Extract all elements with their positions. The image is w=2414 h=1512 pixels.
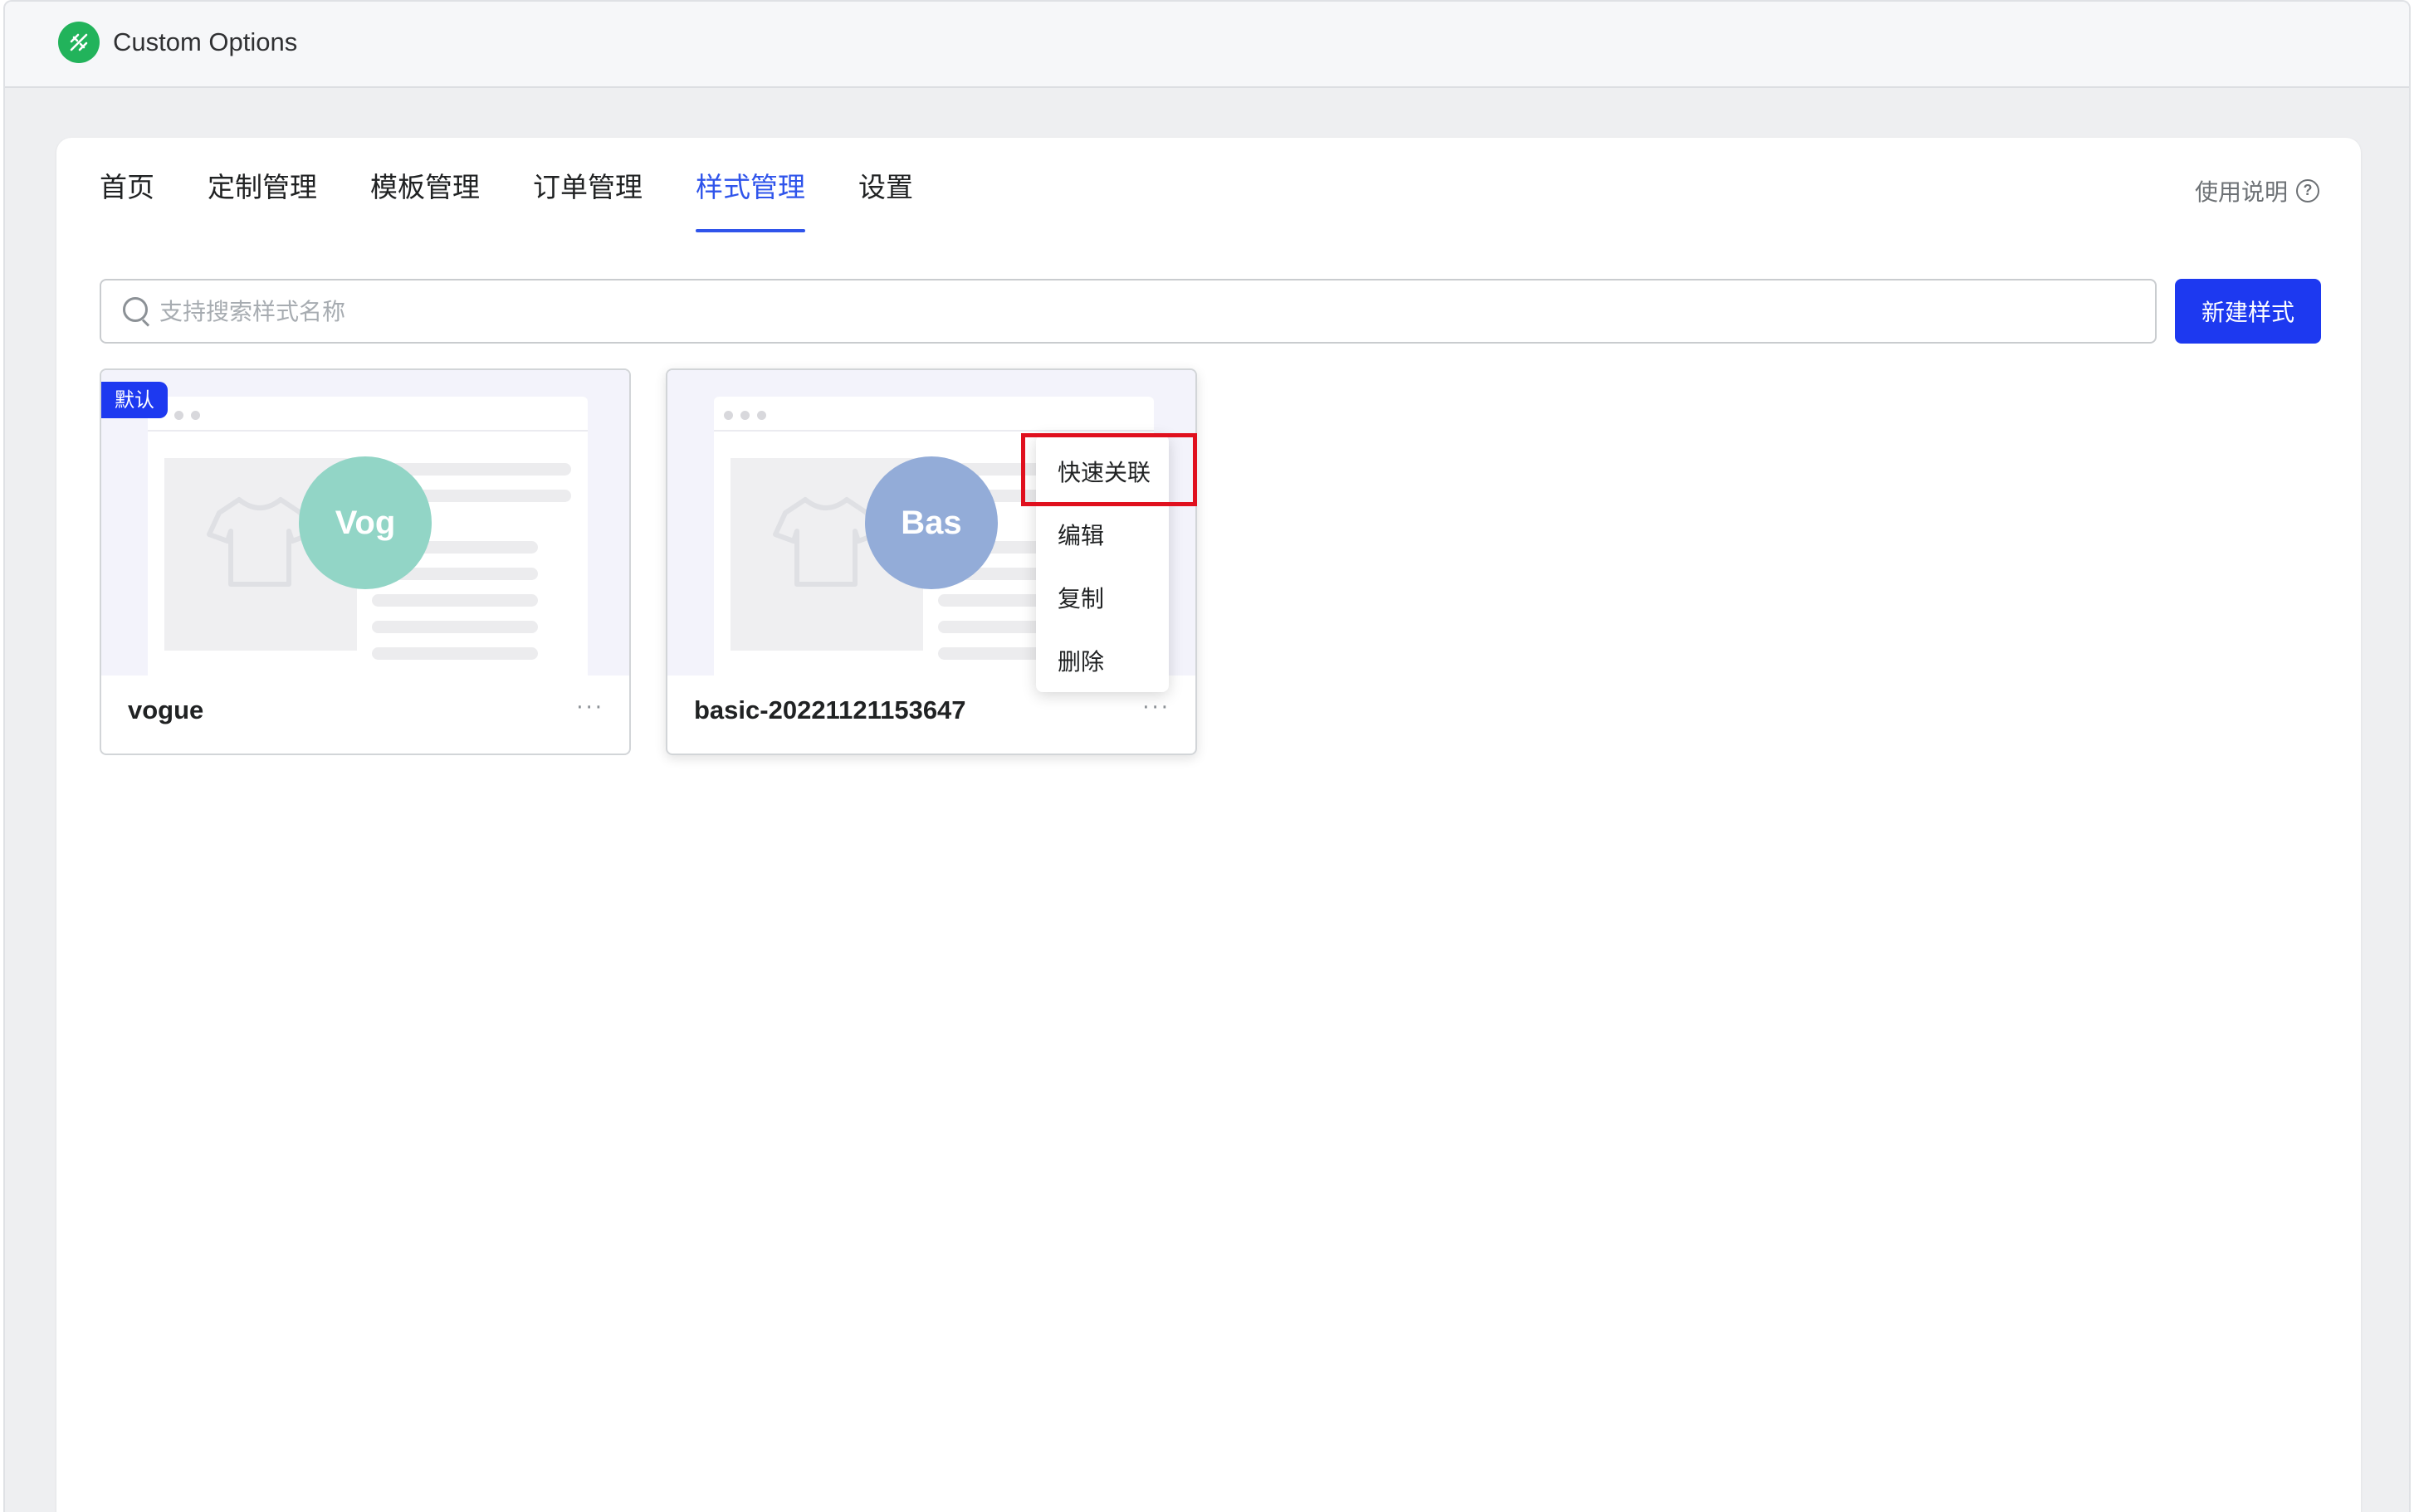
new-style-button[interactable]: 新建样式 — [2175, 279, 2321, 344]
menu-item-copy[interactable]: 复制 — [1058, 583, 1104, 616]
tshirt-icon — [773, 497, 879, 587]
help-link[interactable]: 使用说明 ? — [2195, 174, 2319, 207]
style-name: basic-20221121153647 — [694, 695, 966, 724]
tab-templates[interactable]: 模板管理 — [370, 168, 480, 234]
style-avatar: Bas — [865, 456, 998, 589]
tab-styles[interactable]: 样式管理 — [696, 168, 805, 234]
more-options-icon[interactable]: ··· — [1142, 695, 1170, 720]
app-title: Custom Options — [113, 27, 298, 56]
menu-item-quick-link[interactable]: 快速关联 — [1058, 456, 1151, 490]
tab-settings[interactable]: 设置 — [858, 168, 913, 234]
help-label: 使用说明 — [2194, 178, 2288, 206]
context-menu: 快速关联 编辑 复制 删除 — [1036, 435, 1169, 692]
search-box — [100, 279, 2157, 344]
style-avatar: Vog — [299, 456, 432, 589]
more-options-icon[interactable]: ··· — [576, 695, 604, 720]
nav-tabs: 首页 定制管理 模板管理 订单管理 样式管理 设置 — [100, 168, 966, 234]
tshirt-icon — [207, 497, 313, 587]
default-badge: 默认 — [101, 382, 168, 418]
search-icon — [123, 297, 151, 327]
menu-item-edit[interactable]: 编辑 — [1058, 519, 1104, 553]
tab-home[interactable]: 首页 — [100, 168, 154, 234]
app-logo-icon — [58, 22, 100, 63]
style-card[interactable]: Vog 默认 vogue ··· — [100, 368, 631, 755]
style-thumbnail: Vog — [101, 370, 629, 676]
menu-item-delete[interactable]: 删除 — [1058, 646, 1104, 679]
question-circle-icon: ? — [2296, 179, 2319, 202]
tab-orders[interactable]: 订单管理 — [533, 168, 643, 234]
style-name: vogue — [128, 695, 204, 724]
search-input[interactable] — [159, 297, 2069, 325]
app-window: Custom Options 首页 定制管理 模板管理 订单管理 样式管理 设置… — [3, 0, 2411, 1512]
main-panel: 首页 定制管理 模板管理 订单管理 样式管理 设置 使用说明 ? 新建样式 — [56, 138, 2361, 1512]
tab-customization[interactable]: 定制管理 — [208, 168, 317, 234]
app-header: Custom Options — [5, 2, 2409, 88]
